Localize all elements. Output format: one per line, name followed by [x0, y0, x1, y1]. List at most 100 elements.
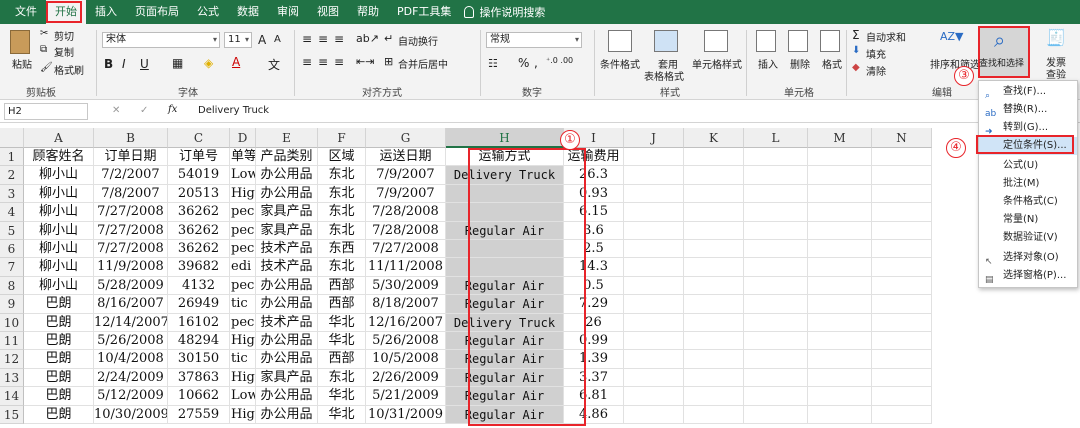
table-cell[interactable]: 36262 — [168, 203, 230, 222]
table-cell[interactable]: 26.3 — [564, 166, 624, 185]
table-cell[interactable]: pec — [230, 203, 256, 222]
empty-cell[interactable] — [624, 148, 684, 167]
empty-cell[interactable] — [624, 258, 684, 277]
empty-cell[interactable] — [872, 276, 932, 296]
column-header-g[interactable]: G — [366, 128, 446, 148]
table-cell[interactable]: 巴朗 — [24, 295, 94, 314]
fill-icon[interactable]: ⬇ — [852, 45, 860, 56]
empty-cell[interactable] — [624, 313, 684, 332]
table-cell[interactable]: 20513 — [168, 184, 230, 204]
table-cell[interactable]: 7/28/2008 — [366, 221, 446, 240]
wrap-text-icon[interactable]: ↵ — [384, 32, 393, 45]
row-header[interactable]: 10 — [0, 313, 24, 332]
conditional-format-icon[interactable] — [608, 30, 632, 52]
table-cell[interactable]: 家具产品 — [256, 203, 318, 222]
table-cell[interactable]: 7/28/2008 — [366, 203, 446, 222]
empty-cell[interactable] — [872, 387, 932, 406]
empty-cell[interactable] — [872, 221, 932, 240]
empty-cell[interactable] — [624, 295, 684, 314]
row-header[interactable]: 8 — [0, 276, 24, 296]
cancel-icon[interactable]: ✕ — [112, 105, 120, 116]
paste-icon[interactable] — [10, 30, 30, 54]
table-cell[interactable]: 华北 — [318, 313, 366, 332]
table-cell[interactable]: 华北 — [318, 387, 366, 406]
wrap-text-label[interactable]: 自动换行 — [398, 33, 438, 48]
bold-button[interactable]: B — [104, 57, 113, 71]
empty-cell[interactable] — [872, 148, 932, 167]
empty-cell[interactable] — [872, 313, 932, 332]
table-cell[interactable]: 3.6 — [564, 221, 624, 240]
table-cell[interactable]: Higl — [230, 368, 256, 388]
sort-filter-label[interactable]: 排序和筛选 — [930, 56, 980, 71]
empty-cell[interactable] — [684, 148, 744, 167]
table-cell[interactable]: 12/16/2007 — [366, 313, 446, 332]
autosum-icon[interactable]: Σ — [852, 28, 860, 42]
table-cell[interactable]: 5/30/2009 — [366, 276, 446, 296]
table-cell[interactable]: 巴朗 — [24, 387, 94, 406]
table-cell[interactable]: 技术产品 — [256, 313, 318, 332]
table-cell[interactable]: 4.86 — [564, 405, 624, 424]
sort-filter-icon[interactable]: AZ▼ — [940, 30, 964, 43]
header-cell[interactable]: 区域 — [318, 148, 366, 167]
column-header-a[interactable]: A — [24, 128, 94, 148]
column-header-l[interactable]: L — [744, 128, 808, 148]
row-header[interactable]: 3 — [0, 184, 24, 204]
format-as-table-label-2[interactable]: 表格格式 — [644, 68, 684, 83]
table-cell[interactable]: 12/14/2007 — [94, 313, 168, 332]
table-cell[interactable]: 8/18/2007 — [366, 295, 446, 314]
row-header[interactable]: 6 — [0, 240, 24, 259]
table-cell[interactable]: 东北 — [318, 184, 366, 204]
empty-cell[interactable] — [684, 313, 744, 332]
table-cell[interactable]: 10/31/2009 — [366, 405, 446, 424]
table-cell[interactable]: tic — [230, 295, 256, 314]
row-header[interactable]: 13 — [0, 368, 24, 388]
header-cell[interactable]: 顾客姓名 — [24, 148, 94, 167]
tab-insert[interactable]: 插入 — [86, 0, 126, 24]
table-cell[interactable]: Regular Air — [446, 332, 564, 351]
row-header[interactable]: 2 — [0, 166, 24, 185]
menu-item-conditional-format[interactable]: 条件格式(C) — [979, 193, 1077, 211]
table-cell[interactable]: Regular Air — [446, 350, 564, 369]
table-cell[interactable]: pec — [230, 276, 256, 296]
menu-item-data-validation[interactable]: 数据验证(V) — [979, 229, 1077, 247]
empty-cell[interactable] — [684, 184, 744, 204]
row-header[interactable]: 7 — [0, 258, 24, 277]
invoice-label-2[interactable]: 查验 — [1046, 66, 1066, 81]
empty-cell[interactable] — [744, 387, 808, 406]
table-cell[interactable]: Higl — [230, 184, 256, 204]
table-cell[interactable]: 48294 — [168, 332, 230, 351]
table-cell[interactable]: Regular Air — [446, 295, 564, 314]
table-cell[interactable]: 办公用品 — [256, 166, 318, 185]
header-cell[interactable]: 单等 — [230, 148, 256, 167]
menu-item-goto-special[interactable]: 定位条件(S)... — [979, 137, 1077, 155]
empty-cell[interactable] — [744, 350, 808, 369]
table-cell[interactable]: 10/5/2008 — [366, 350, 446, 369]
format-cells-icon[interactable] — [820, 30, 840, 52]
align-middle-icon[interactable]: ≡ — [318, 32, 328, 46]
font-color-icon[interactable]: A — [232, 55, 240, 69]
table-cell[interactable]: 27559 — [168, 405, 230, 424]
tab-view[interactable]: 视图 — [308, 0, 348, 24]
table-cell[interactable]: 7/27/2008 — [366, 240, 446, 259]
empty-cell[interactable] — [872, 405, 932, 424]
empty-cell[interactable] — [684, 221, 744, 240]
column-header-c[interactable]: C — [168, 128, 230, 148]
font-size-select[interactable]: 11 ▾ — [224, 32, 252, 48]
table-cell[interactable]: 10/4/2008 — [94, 350, 168, 369]
header-cell[interactable]: 订单号 — [168, 148, 230, 167]
row-header[interactable]: 15 — [0, 405, 24, 424]
table-cell[interactable]: 5/12/2009 — [94, 387, 168, 406]
empty-cell[interactable] — [808, 184, 872, 204]
table-cell[interactable]: pec — [230, 240, 256, 259]
underline-button[interactable]: U — [140, 57, 149, 71]
empty-cell[interactable] — [684, 240, 744, 259]
table-cell[interactable]: Regular Air — [446, 405, 564, 424]
table-cell[interactable]: 办公用品 — [256, 184, 318, 204]
table-cell[interactable]: 西部 — [318, 295, 366, 314]
delete-cells-label[interactable]: 删除 — [790, 56, 810, 71]
empty-cell[interactable] — [684, 387, 744, 406]
align-bottom-icon[interactable]: ≡ — [334, 32, 344, 46]
table-cell[interactable]: 2.5 — [564, 240, 624, 259]
empty-cell[interactable] — [808, 295, 872, 314]
table-cell[interactable]: Higl — [230, 405, 256, 424]
